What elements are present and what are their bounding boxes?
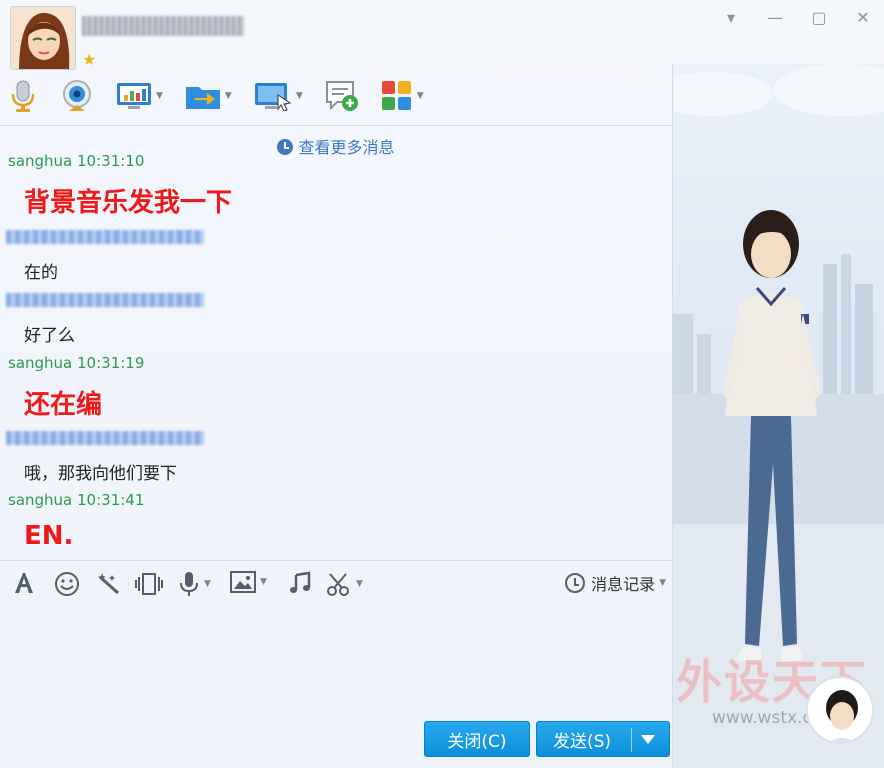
menu-dropdown-icon[interactable]: ▾ (722, 8, 740, 27)
clock-icon (277, 139, 294, 155)
history-label[interactable]: 消息记录 (591, 571, 655, 595)
input-toolbar: ▼ ▼ ▼ 消息记录 ▼ (0, 560, 672, 604)
message-sender: sanghua 10:31:41 (8, 491, 145, 509)
scissors-icon (327, 573, 349, 596)
close-icon[interactable]: ✕ (854, 8, 872, 27)
send-button-label[interactable]: 发送(S) (553, 727, 611, 752)
contact-name: ██████████ (82, 16, 244, 36)
emoji-button[interactable] (54, 571, 80, 597)
maximize-icon[interactable]: ▢ (810, 8, 828, 27)
message-text: EN. (24, 521, 74, 551)
message-history-button[interactable]: 消息记录 ▼ (565, 571, 666, 595)
remote-desktop-icon (254, 83, 292, 111)
apps-button[interactable]: ▼ (381, 80, 424, 112)
chat-toolbar: ▼ ▼ ▼ ▼ (8, 78, 446, 114)
send-divider (631, 728, 632, 752)
message-input[interactable] (0, 604, 672, 714)
create-discussion-button[interactable] (325, 80, 359, 112)
chevron-down-icon[interactable]: ▼ (204, 579, 211, 589)
font-icon (15, 573, 33, 593)
close-button-label[interactable]: 关闭(C) (447, 727, 506, 752)
smiley-icon (55, 572, 79, 596)
message-text: 背景音乐发我一下 (24, 188, 233, 218)
chevron-down-icon[interactable]: ▼ (659, 578, 666, 588)
voice-message-button[interactable]: ▼ (178, 571, 211, 597)
create-discussion-icon (325, 81, 358, 111)
screen-share-button[interactable]: ▼ (116, 81, 163, 111)
file-transfer-button[interactable]: ▼ (185, 81, 232, 111)
contact-avatar[interactable] (10, 6, 76, 70)
chevron-down-icon[interactable]: ▼ (356, 579, 363, 589)
shake-window-button[interactable] (134, 571, 164, 597)
send-options-dropdown-icon[interactable] (641, 735, 655, 744)
self-avatar[interactable] (806, 676, 874, 744)
chevron-down-icon[interactable]: ▼ (417, 91, 424, 101)
apps-icon (381, 81, 411, 110)
music-note-icon (290, 571, 311, 593)
self-sender-redacted: me (6, 431, 204, 445)
close-button[interactable]: 关闭(C) (424, 721, 530, 757)
self-sender-redacted: me (6, 293, 204, 307)
chevron-down-icon[interactable]: ▼ (296, 91, 303, 101)
chevron-down-icon[interactable]: ▼ (225, 91, 232, 101)
message-list[interactable]: 查看更多消息 sanghua 10:31:10 背景音乐发我一下 me 在的 m… (0, 125, 672, 560)
magic-wand-icon (98, 573, 119, 595)
music-button[interactable] (288, 571, 312, 595)
mic-icon (180, 572, 198, 596)
history-clock-icon (565, 573, 586, 593)
minimize-icon[interactable]: — (766, 8, 784, 27)
self-sender-redacted: me (6, 230, 204, 244)
shake-icon (135, 573, 163, 595)
image-icon (230, 571, 256, 593)
chat-window: ██████████ ★ ▾ — ▢ ✕ (0, 0, 884, 768)
message-sender: sanghua 10:31:10 (8, 152, 145, 170)
mic-icon (11, 80, 35, 112)
voice-call-button[interactable] (8, 79, 38, 113)
screen-share-icon (117, 83, 151, 109)
file-transfer-icon (185, 87, 220, 109)
message-text: 哦，那我向他们要下 (24, 464, 177, 484)
magic-effect-button[interactable] (96, 571, 122, 597)
remote-desktop-button[interactable]: ▼ (254, 81, 303, 111)
webcam-icon (63, 80, 91, 111)
video-call-button[interactable] (60, 79, 94, 113)
star-icon[interactable]: ★ (82, 50, 96, 69)
message-sender: sanghua 10:31:19 (8, 354, 145, 372)
chevron-down-icon[interactable]: ▼ (156, 91, 163, 101)
more-messages-label[interactable]: 查看更多消息 (298, 138, 394, 157)
message-text: 还在编 (24, 390, 103, 420)
message-text: 在的 (24, 263, 58, 283)
screenshot-button[interactable]: ▼ (326, 571, 363, 597)
chevron-down-icon[interactable]: ▼ (260, 577, 267, 587)
window-controls: ▾ — ▢ ✕ (722, 8, 872, 27)
send-image-button[interactable]: ▼ (230, 571, 267, 593)
message-text: 好了么 (24, 326, 75, 346)
font-button[interactable] (12, 571, 36, 595)
send-button[interactable]: 发送(S) (536, 721, 670, 757)
